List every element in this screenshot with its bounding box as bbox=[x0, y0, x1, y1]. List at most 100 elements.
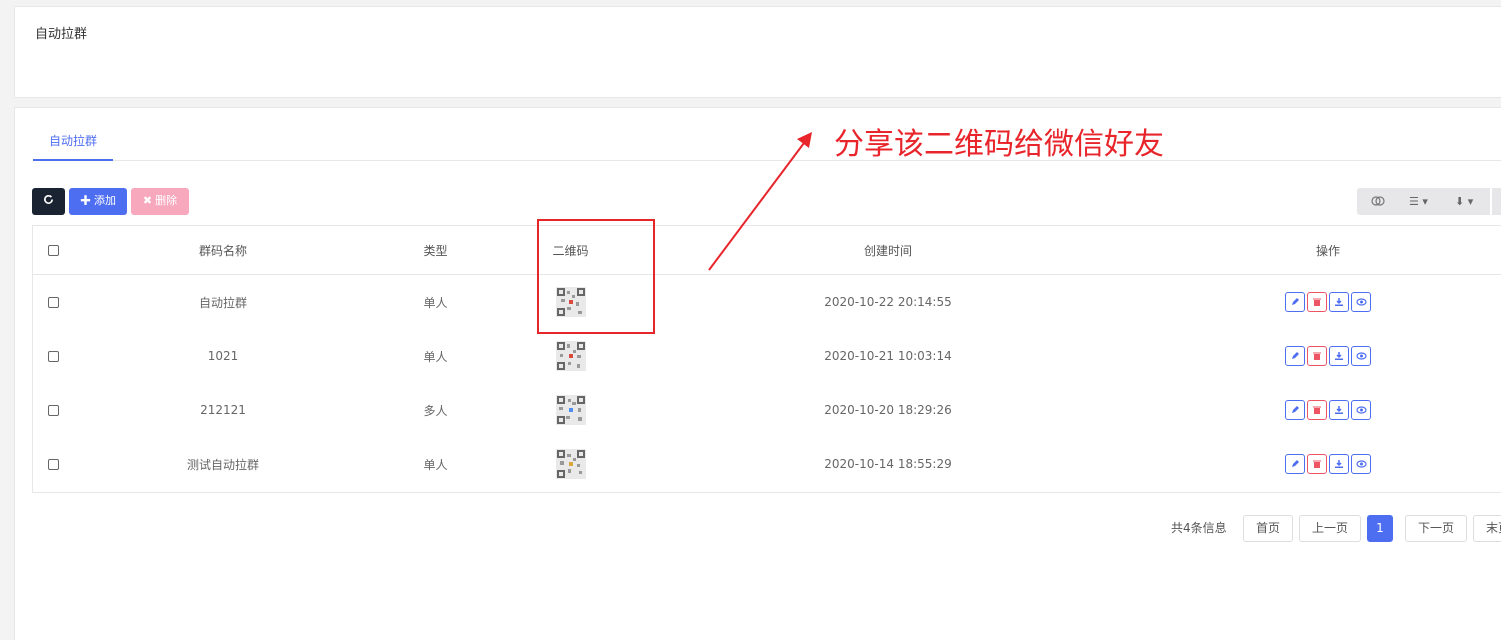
row-name: 212121 bbox=[200, 403, 246, 417]
delete-row-button[interactable] bbox=[1307, 292, 1327, 312]
main-panel: 自动拉群 ✚ 添加 ✖ 删除 ☰ ▾ ⬇ ▾ 群码名称 类型 二维码 创建时间 … bbox=[14, 107, 1501, 640]
table-header: 群码名称 类型 二维码 创建时间 操作 bbox=[33, 226, 1501, 275]
row-checkbox[interactable] bbox=[47, 404, 59, 416]
data-table: 群码名称 类型 二维码 创建时间 操作 自动拉群 单人 2020-10-22 2… bbox=[32, 225, 1501, 493]
row-actions bbox=[1133, 383, 1501, 437]
table-row: 1021 单人 2020-10-21 10:03:14 bbox=[33, 329, 1501, 383]
row-qrcode-cell bbox=[498, 383, 643, 437]
view-button[interactable] bbox=[1351, 346, 1371, 366]
list-icon: ☰ bbox=[1409, 195, 1419, 208]
download-icon bbox=[1335, 298, 1343, 306]
qr-code-image[interactable] bbox=[555, 395, 586, 425]
export-dropdown[interactable]: ⬇ ▾ bbox=[1455, 188, 1473, 215]
view-button[interactable] bbox=[1351, 292, 1371, 312]
row-created: 2020-10-14 18:55:29 bbox=[824, 457, 952, 471]
qr-code-image[interactable] bbox=[555, 341, 586, 371]
row-checkbox[interactable] bbox=[47, 350, 59, 362]
delete-label: 删除 bbox=[155, 195, 178, 207]
refresh-button[interactable] bbox=[32, 188, 65, 215]
chevron-down-icon: ▾ bbox=[1467, 195, 1474, 208]
eye-icon bbox=[1355, 406, 1367, 414]
trash-icon bbox=[1313, 460, 1321, 468]
columns-dropdown[interactable]: ☰ ▾ bbox=[1409, 188, 1428, 215]
eye-icon bbox=[1355, 298, 1367, 306]
row-checkbox-cell bbox=[33, 437, 73, 491]
row-created: 2020-10-20 18:29:26 bbox=[824, 403, 952, 417]
download-icon bbox=[1335, 406, 1343, 414]
trash-icon bbox=[1313, 298, 1321, 306]
pencil-icon bbox=[1292, 460, 1299, 467]
column-header-actions[interactable]: 操作 bbox=[1133, 226, 1501, 274]
tab-label: 自动拉群 bbox=[48, 134, 97, 148]
delete-row-button[interactable] bbox=[1307, 346, 1327, 366]
delete-row-button[interactable] bbox=[1307, 400, 1327, 420]
trash-icon bbox=[1313, 352, 1321, 360]
add-label: 添加 bbox=[94, 195, 117, 207]
row-actions bbox=[1133, 275, 1501, 329]
header-checkbox-cell bbox=[33, 226, 73, 274]
edit-button[interactable] bbox=[1285, 454, 1305, 474]
edit-button[interactable] bbox=[1285, 400, 1305, 420]
tool-divider bbox=[1490, 188, 1492, 215]
row-type: 单人 bbox=[423, 457, 448, 472]
select-all-checkbox[interactable] bbox=[47, 244, 59, 256]
pencil-icon bbox=[1292, 298, 1299, 305]
refresh-icon bbox=[44, 194, 53, 204]
row-qrcode-cell bbox=[498, 329, 643, 383]
download-button[interactable] bbox=[1329, 346, 1349, 366]
row-checkbox[interactable] bbox=[47, 296, 59, 308]
row-actions bbox=[1133, 437, 1501, 491]
chevron-down-icon: ▾ bbox=[1422, 195, 1428, 208]
row-checkbox[interactable] bbox=[47, 458, 59, 470]
row-type: 单人 bbox=[423, 349, 448, 364]
view-button[interactable] bbox=[1351, 400, 1371, 420]
column-header-created[interactable]: 创建时间 bbox=[643, 226, 1133, 274]
header-panel: 自动拉群 bbox=[14, 6, 1501, 98]
last-page-button[interactable]: 末页 bbox=[1473, 515, 1501, 542]
eye-icon bbox=[1355, 352, 1367, 360]
download-button[interactable] bbox=[1329, 292, 1349, 312]
tab-bar: 自动拉群 bbox=[33, 108, 1501, 161]
next-page-button[interactable]: 下一页 bbox=[1405, 515, 1467, 542]
column-header-name[interactable]: 群码名称 bbox=[73, 226, 373, 274]
first-page-button[interactable]: 首页 bbox=[1243, 515, 1293, 542]
row-actions bbox=[1133, 329, 1501, 383]
row-name: 自动拉群 bbox=[198, 295, 247, 310]
download-icon bbox=[1335, 460, 1343, 468]
edit-button[interactable] bbox=[1285, 346, 1305, 366]
pagination-summary: 共4条信息 bbox=[1171, 521, 1227, 535]
edit-button[interactable] bbox=[1285, 292, 1305, 312]
plus-icon: ✚ bbox=[79, 195, 91, 207]
row-checkbox-cell bbox=[33, 329, 73, 383]
pencil-icon bbox=[1292, 352, 1299, 359]
row-name: 测试自动拉群 bbox=[186, 457, 259, 472]
row-type: 多人 bbox=[423, 403, 448, 418]
trash-icon bbox=[1313, 406, 1321, 414]
eye-icon bbox=[1355, 460, 1367, 468]
view-button[interactable] bbox=[1351, 454, 1371, 474]
column-header-type[interactable]: 类型 bbox=[373, 226, 498, 274]
row-checkbox-cell bbox=[33, 383, 73, 437]
table-row: 测试自动拉群 单人 2020-10-14 18:55:29 bbox=[33, 437, 1501, 491]
toggle-view-button[interactable] bbox=[1371, 188, 1385, 215]
prev-page-button[interactable]: 上一页 bbox=[1299, 515, 1361, 542]
download-icon: ⬇ bbox=[1455, 195, 1465, 208]
download-button[interactable] bbox=[1329, 454, 1349, 474]
row-checkbox-cell bbox=[33, 275, 73, 329]
tab-auto-group[interactable]: 自动拉群 bbox=[33, 132, 113, 161]
row-created: 2020-10-21 10:03:14 bbox=[824, 349, 952, 363]
download-button[interactable] bbox=[1329, 400, 1349, 420]
download-icon bbox=[1335, 352, 1343, 360]
table-row: 自动拉群 单人 2020-10-22 20:14:55 bbox=[33, 275, 1501, 329]
delete-button[interactable]: ✖ 删除 bbox=[131, 188, 189, 215]
page-1-button[interactable]: 1 bbox=[1367, 515, 1393, 542]
table-row: 212121 多人 2020-10-20 18:29:26 bbox=[33, 383, 1501, 437]
toggle-icon bbox=[1371, 196, 1385, 206]
delete-row-button[interactable] bbox=[1307, 454, 1327, 474]
qr-code-image[interactable] bbox=[555, 449, 586, 479]
pagination: 共4条信息 首页 上一页 1 下一页 末页 bbox=[1165, 515, 1501, 542]
annotation-text: 分享该二维码给微信好友 bbox=[834, 127, 1164, 162]
add-button[interactable]: ✚ 添加 bbox=[69, 188, 127, 215]
qrcode-highlight-box bbox=[537, 219, 655, 334]
pencil-icon bbox=[1292, 406, 1299, 413]
